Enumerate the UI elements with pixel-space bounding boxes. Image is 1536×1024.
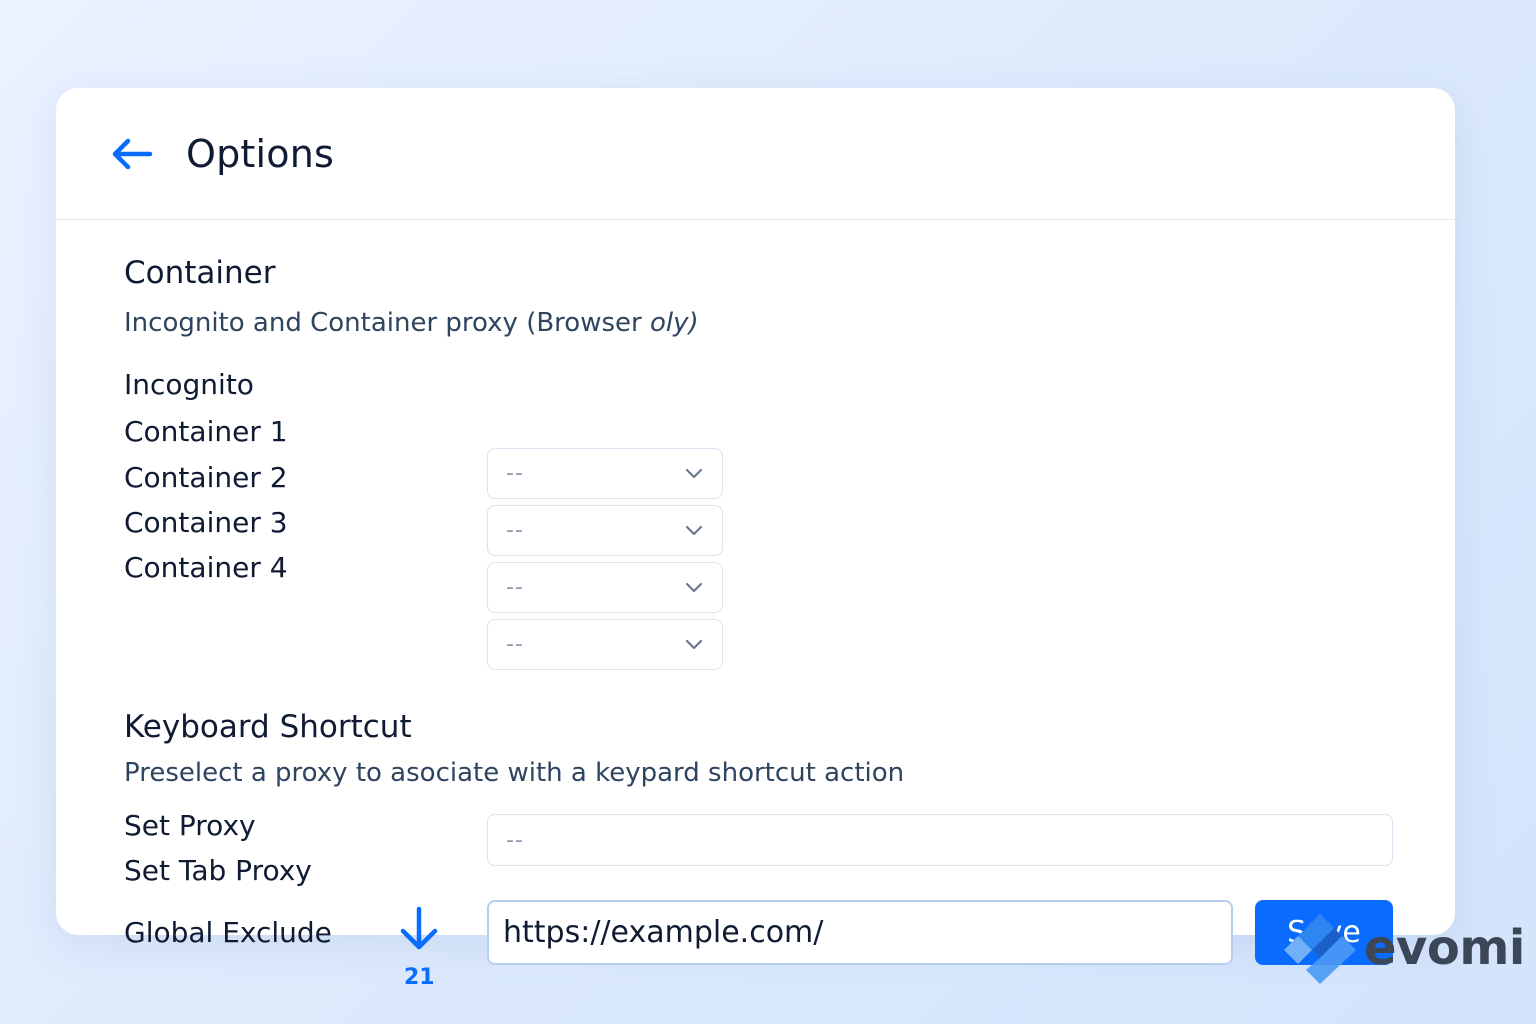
chevron-down-icon: [685, 639, 703, 649]
container-description-italic: oly): [649, 308, 699, 338]
header: Options: [56, 88, 1455, 220]
page-title: Options: [186, 131, 335, 176]
container-section-description: Incognito and Container proxy (Browser o…: [124, 308, 699, 338]
container-4-label: Container 4: [124, 551, 288, 584]
evomi-logo-icon: [1284, 914, 1356, 984]
incognito-label: Incognito: [124, 368, 254, 401]
options-card: Options Container Incognito and Containe…: [56, 88, 1455, 990]
keyboard-shortcut-description: Preselect a proxy to asociate with a key…: [124, 758, 905, 788]
shortcut-proxy-value: --: [506, 827, 524, 853]
brand-name: evomi: [1364, 920, 1525, 976]
select-value: --: [506, 461, 524, 486]
incognito-proxy-select[interactable]: --: [487, 448, 723, 499]
container-2-proxy-select[interactable]: --: [487, 562, 723, 613]
container-1-proxy-select[interactable]: --: [487, 505, 723, 556]
shortcut-proxy-select[interactable]: --: [487, 814, 1393, 866]
chevron-down-icon: [685, 525, 703, 535]
container-section-title: Container: [124, 255, 276, 291]
container-1-label: Container 1: [124, 415, 288, 448]
chevron-down-icon: [685, 468, 703, 478]
chevron-down-icon: [685, 582, 703, 592]
arrow-down-icon: [400, 906, 438, 950]
global-exclude-input[interactable]: https://example.com/: [487, 900, 1233, 965]
options-content: Container Incognito and Container proxy …: [124, 220, 1393, 990]
container-3-label: Container 3: [124, 506, 288, 539]
container-description-text: Incognito and Container proxy (Browser: [124, 308, 650, 338]
container-2-label: Container 2: [124, 461, 288, 494]
keyboard-shortcut-section-title: Keyboard Shortcut: [124, 709, 412, 745]
set-proxy-label: Set Proxy: [124, 809, 256, 842]
set-tab-proxy-label: Set Tab Proxy: [124, 854, 312, 887]
global-exclude-label: Global Exclude: [124, 916, 332, 949]
select-value: --: [506, 575, 524, 600]
back-arrow-icon[interactable]: [110, 134, 156, 174]
brand-logo: evomi: [1282, 912, 1525, 984]
container-3-proxy-select[interactable]: --: [487, 619, 723, 670]
select-value: --: [506, 632, 524, 657]
exclude-count-badge: 21: [404, 965, 435, 990]
select-value: --: [506, 518, 524, 543]
